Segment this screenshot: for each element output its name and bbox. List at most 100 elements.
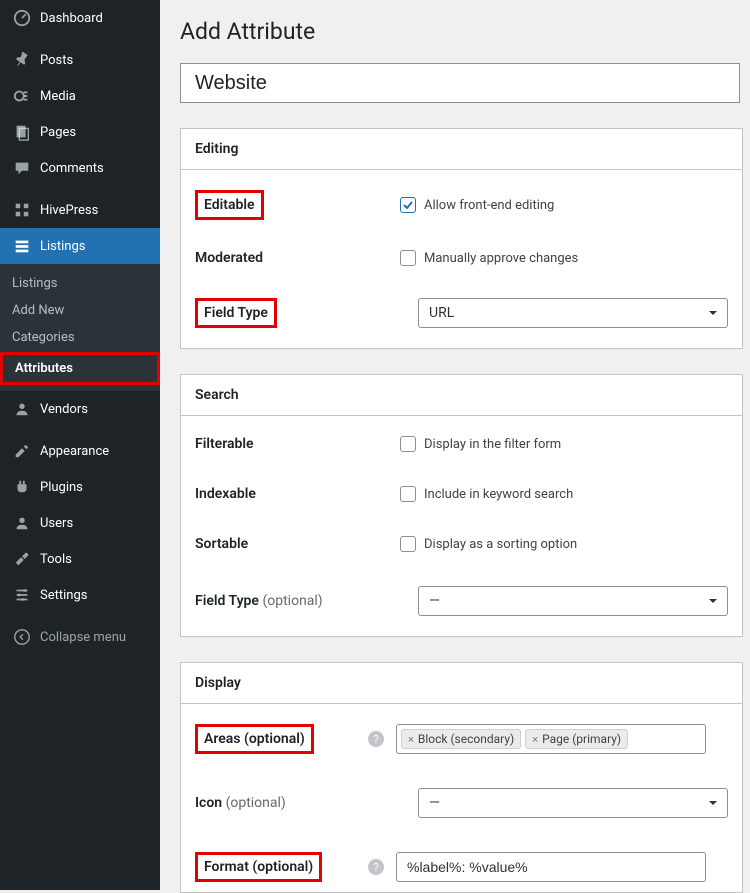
sidebar-item-appearance[interactable]: Appearance — [0, 433, 160, 469]
remove-icon[interactable]: × — [532, 733, 538, 746]
help-icon[interactable]: ? — [368, 859, 384, 875]
hivepress-icon — [12, 200, 32, 220]
row-filterable: Filterable Display in the filter form — [181, 416, 742, 472]
vendors-icon — [12, 399, 32, 419]
row-format: Format (optional) ? — [181, 838, 742, 892]
panel-heading: Display — [181, 663, 742, 704]
row-areas: Areas (optional) ? ×Block (secondary) ×P… — [181, 704, 742, 774]
panel-heading: Editing — [181, 129, 742, 170]
sidebar-label: Media — [40, 89, 76, 104]
panel-search: Search Filterable Display in the filter … — [180, 374, 743, 637]
collapse-icon — [12, 627, 32, 647]
sidebar-label: Collapse menu — [40, 630, 126, 645]
sidebar-item-users[interactable]: Users — [0, 505, 160, 541]
row-icon: Icon (optional) — — [181, 774, 742, 838]
sidebar-item-media[interactable]: Media — [0, 78, 160, 114]
checkbox-moderated[interactable] — [400, 250, 416, 266]
select-icon[interactable]: — — [418, 788, 728, 818]
label-areas: Areas (optional) — [195, 724, 314, 754]
sidebar-item-pages[interactable]: Pages — [0, 114, 160, 150]
label-format: Format (optional) — [195, 852, 322, 882]
select-value: — — [429, 795, 440, 811]
checkbox-label: Display as a sorting option — [424, 537, 577, 552]
label-indexable: Indexable — [195, 486, 400, 502]
sidebar-item-plugins[interactable]: Plugins — [0, 469, 160, 505]
users-icon — [12, 513, 32, 533]
listings-icon — [12, 236, 32, 256]
panel-heading: Search — [181, 375, 742, 416]
media-icon — [12, 86, 32, 106]
submenu-item-attributes[interactable]: Attributes — [3, 355, 157, 382]
checkbox-label: Manually approve changes — [424, 251, 578, 266]
pages-icon — [12, 122, 32, 142]
checkbox-indexable[interactable] — [400, 486, 416, 502]
sidebar-item-collapse[interactable]: Collapse menu — [0, 619, 160, 655]
dashboard-icon — [12, 8, 32, 28]
sidebar-item-posts[interactable]: Posts — [0, 42, 160, 78]
select-value: — — [429, 593, 440, 609]
label-filterable: Filterable — [195, 436, 400, 452]
comments-icon — [12, 158, 32, 178]
submenu-item-categories[interactable]: Categories — [0, 324, 160, 351]
pin-icon — [12, 50, 32, 70]
sidebar-label: Plugins — [40, 480, 83, 495]
label-fieldtype: Field Type — [195, 298, 277, 328]
select-fieldtype[interactable]: URL — [418, 298, 728, 328]
help-icon[interactable]: ? — [368, 731, 384, 747]
sidebar-item-hivepress[interactable]: HivePress — [0, 192, 160, 228]
remove-icon[interactable]: × — [408, 733, 414, 746]
tag-block[interactable]: ×Block (secondary) — [401, 729, 521, 749]
row-editable: Editable Allow front-end editing — [181, 170, 742, 240]
tag-page[interactable]: ×Page (primary) — [525, 729, 628, 749]
label-icon: Icon (optional) — [195, 795, 390, 811]
sidebar-label: Comments — [40, 161, 104, 176]
row-moderated: Moderated Manually approve changes — [181, 240, 742, 292]
row-search-fieldtype: Field Type (optional) — — [181, 572, 742, 636]
sidebar-label: Dashboard — [40, 11, 103, 26]
submenu-item-listings[interactable]: Listings — [0, 270, 160, 297]
checkbox-label: Include in keyword search — [424, 487, 573, 502]
tools-icon — [12, 549, 32, 569]
attribute-title-input[interactable] — [180, 63, 740, 103]
checkbox-label: Display in the filter form — [424, 437, 561, 452]
main-content: Add Attribute Editing Editable Allow fro… — [160, 0, 750, 893]
sidebar-label: Listings — [40, 239, 85, 254]
sidebar-label: Tools — [40, 552, 72, 567]
checkbox-editable[interactable] — [400, 197, 416, 213]
select-value: URL — [429, 305, 454, 321]
areas-tags-input[interactable]: ×Block (secondary) ×Page (primary) — [396, 724, 706, 754]
sidebar-item-listings[interactable]: Listings — [0, 228, 160, 264]
plugins-icon — [12, 477, 32, 497]
sidebar-label: Settings — [40, 588, 87, 603]
row-sortable: Sortable Display as a sorting option — [181, 522, 742, 572]
checkbox-filterable[interactable] — [400, 436, 416, 452]
sidebar-label: HivePress — [40, 203, 98, 218]
sidebar-label: Vendors — [40, 402, 88, 417]
sidebar-label: Appearance — [40, 444, 109, 459]
checkbox-sortable[interactable] — [400, 536, 416, 552]
submenu-item-addnew[interactable]: Add New — [0, 297, 160, 324]
settings-icon — [12, 585, 32, 605]
sidebar-label: Posts — [40, 53, 73, 68]
admin-sidebar: Dashboard Posts Media Pages Comments Hiv… — [0, 0, 160, 890]
sidebar-item-tools[interactable]: Tools — [0, 541, 160, 577]
format-input[interactable] — [396, 852, 706, 882]
select-search-fieldtype[interactable]: — — [418, 586, 728, 616]
row-fieldtype: Field Type URL — [181, 292, 742, 348]
sidebar-item-vendors[interactable]: Vendors — [0, 391, 160, 427]
sidebar-submenu: Listings Add New Categories Attributes — [0, 264, 160, 391]
panel-display: Display Areas (optional) ? ×Block (secon… — [180, 662, 743, 893]
label-moderated: Moderated — [195, 250, 400, 266]
row-indexable: Indexable Include in keyword search — [181, 472, 742, 522]
sidebar-item-dashboard[interactable]: Dashboard — [0, 0, 160, 36]
panel-editing: Editing Editable Allow front-end editing… — [180, 128, 743, 349]
page-title: Add Attribute — [180, 18, 750, 45]
checkbox-label: Allow front-end editing — [424, 198, 554, 213]
sidebar-item-comments[interactable]: Comments — [0, 150, 160, 186]
sidebar-label: Users — [40, 516, 73, 531]
label-sortable: Sortable — [195, 536, 400, 552]
sidebar-label: Pages — [40, 125, 76, 140]
label-search-fieldtype: Field Type (optional) — [195, 593, 390, 609]
sidebar-item-settings[interactable]: Settings — [0, 577, 160, 613]
label-editable: Editable — [195, 190, 264, 220]
